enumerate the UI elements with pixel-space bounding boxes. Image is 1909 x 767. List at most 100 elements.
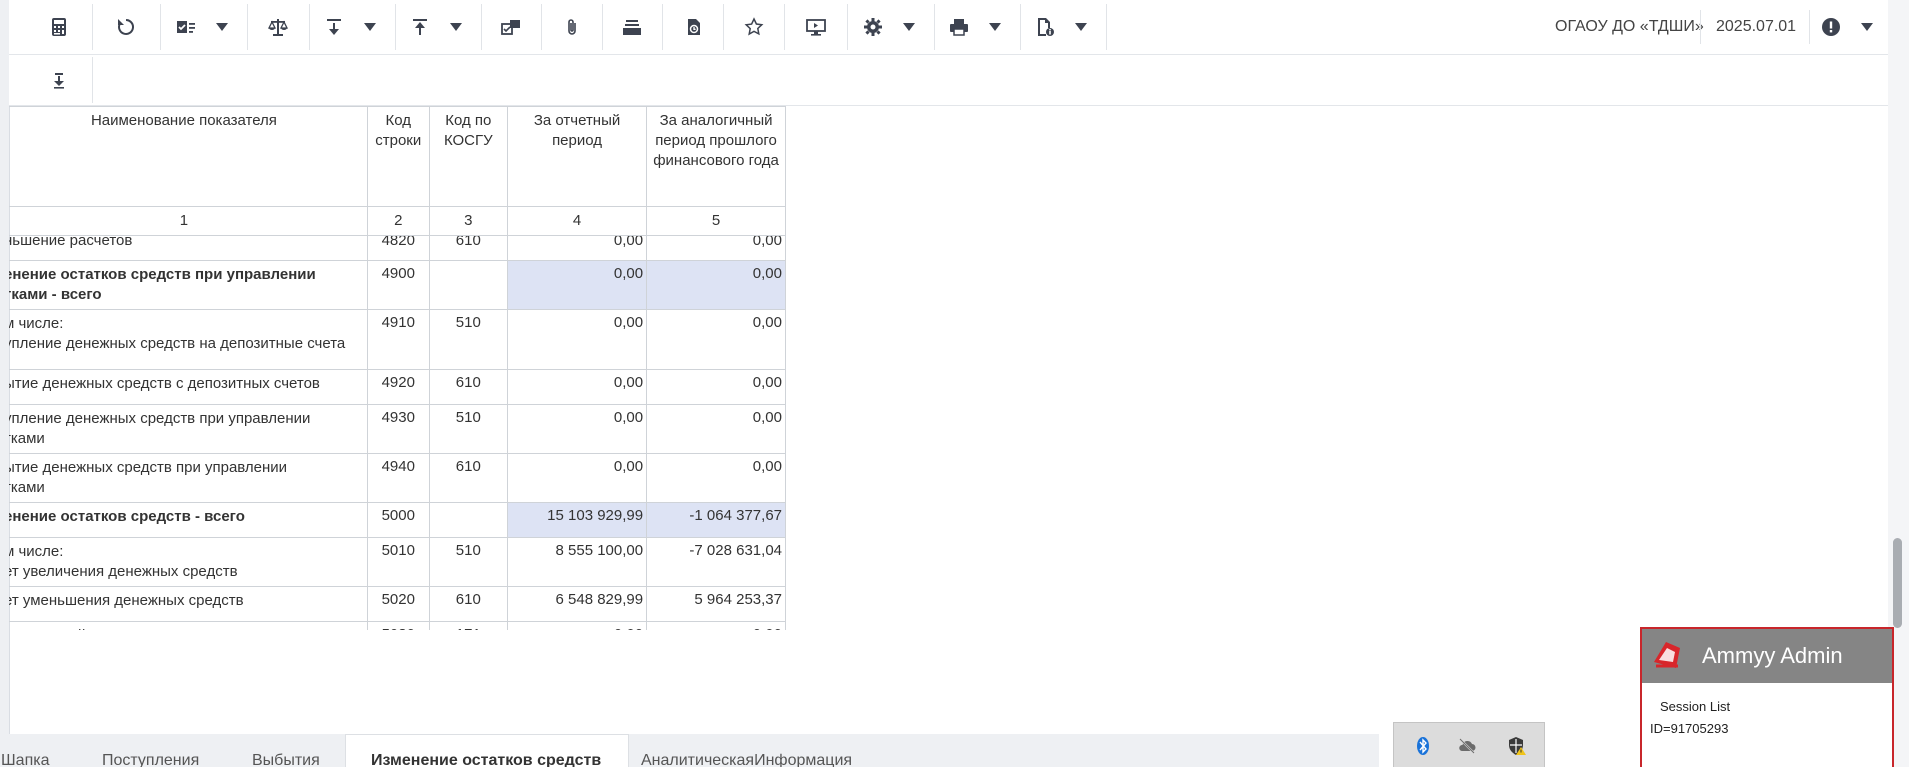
row-current-value-cell[interactable]: 0,00 (506, 453, 648, 503)
column-number-row: 1 2 3 4 5 (9, 206, 786, 236)
pin-down-icon (48, 69, 70, 91)
row-previous-value-cell[interactable]: 0,00 (646, 621, 786, 630)
row-current-value-cell[interactable]: 0,00 (506, 404, 648, 454)
printer-icon (948, 16, 970, 38)
row-current-value-cell[interactable]: 8 555 100,00 (506, 537, 648, 587)
presentation-button[interactable] (784, 4, 848, 50)
row-current-value-cell[interactable]: 6 548 829,99 (506, 586, 648, 622)
import-menu-button[interactable] (309, 4, 396, 50)
table-row[interactable]: енение остатков средств - всего 5000 15 10… (9, 502, 786, 538)
row-previous-value-cell[interactable]: -1 064 377,67 (646, 502, 786, 538)
main-toolbar: ОГАОУ ДО «ТДШИ» 2025.07.01 (9, 0, 1888, 55)
column-number: 3 (428, 206, 508, 236)
scrollbar-thumb[interactable] (1893, 538, 1902, 628)
row-code-cell: 4940 (366, 453, 430, 503)
gear-icon (862, 16, 884, 38)
table-row[interactable]: ньшение расчетов 4820 610 0,00 0,00 (9, 235, 786, 261)
tab-receipts[interactable]: Поступления (102, 752, 199, 767)
column-number: 4 (506, 206, 648, 236)
column-number: 5 (646, 206, 786, 236)
row-kosgu-cell: 610 (428, 586, 508, 622)
monitor-icon (805, 16, 827, 38)
row-current-value-cell[interactable]: 0,00 (506, 235, 648, 261)
row-code-cell: 5010 (366, 537, 430, 587)
report-date: 2025.07.01 (1716, 18, 1797, 35)
row-name-cell: ытие денежных средств при управлении тка… (9, 453, 368, 503)
row-current-value-cell[interactable]: 0,00 (506, 309, 648, 370)
table-row[interactable]: ет уменьшения денежных средств 5020 610 6 5… (9, 586, 786, 622)
row-code-cell: 4910 (366, 309, 430, 370)
history-button[interactable] (662, 4, 724, 50)
tab-analytics[interactable]: АналитическаяИнформация (641, 752, 852, 767)
table-header-row: Наименование показателя Код строки Код п… (9, 106, 786, 207)
table-row[interactable]: ытие денежных средств при управлении тка… (9, 453, 786, 503)
export-menu-button[interactable] (395, 4, 482, 50)
chevron-down-icon (1070, 16, 1092, 38)
report-window: ОГАОУ ДО «ТДШИ» 2025.07.01 Наименование (0, 0, 1909, 767)
tab-balance-changes[interactable]: Изменение остатков средств (371, 752, 601, 767)
pin-down-button[interactable] (26, 57, 93, 103)
refresh-button[interactable] (92, 4, 161, 50)
row-code-cell: 4900 (366, 260, 430, 310)
tab-header[interactable]: Шапка (1, 752, 49, 767)
alerts-menu-button[interactable] (1811, 4, 1887, 50)
row-previous-value-cell[interactable]: 0,00 (646, 309, 786, 370)
attachments-button[interactable] (541, 4, 603, 50)
header-row-code: Код строки (366, 106, 430, 207)
ammyy-title: Ammyy Admin (1702, 643, 1843, 668)
row-current-value-cell[interactable]: 0,00 (506, 260, 648, 310)
balance-button[interactable] (247, 4, 310, 50)
chevron-down-icon (984, 16, 1006, 38)
ammyy-admin-popup[interactable]: Ammyy Admin Session List ID=91705293 (1640, 627, 1894, 767)
session-list-link[interactable]: Session List (1660, 699, 1730, 714)
row-previous-value-cell[interactable]: 0,00 (646, 404, 786, 454)
chevron-down-icon (898, 16, 920, 38)
row-name-cell: енение остатков средств - всего (9, 502, 368, 538)
row-kosgu-cell: 610 (428, 369, 508, 405)
checklist-icon (175, 16, 197, 38)
table-row[interactable]: упление денежных средств при управлении … (9, 404, 786, 454)
row-code-cell: 5020 (366, 586, 430, 622)
check-menu-button[interactable] (160, 4, 248, 50)
history-icon (682, 16, 704, 38)
row-name-cell: ет уменьшения денежных средств (9, 586, 368, 622)
row-kosgu-cell: 510 (428, 537, 508, 587)
row-previous-value-cell[interactable]: 0,00 (646, 453, 786, 503)
row-kosgu-cell: 610 (428, 453, 508, 503)
cloud-offline-icon[interactable] (1456, 735, 1478, 757)
row-previous-value-cell[interactable]: 0,00 (646, 369, 786, 405)
toolbar-divider (1700, 10, 1701, 44)
table-row[interactable]: енение остатков средств при управлении т… (9, 260, 786, 310)
stack-button[interactable] (602, 4, 663, 50)
table-row[interactable]: ытие денежных средств с депозитных счето… (9, 369, 786, 405)
row-current-value-cell[interactable]: 0,00 (506, 369, 648, 405)
table-row[interactable]: м числе: ет увеличения денежных средств5… (9, 537, 786, 587)
document-menu-button[interactable] (1020, 4, 1107, 50)
row-previous-value-cell[interactable]: 0,00 (646, 260, 786, 310)
favorite-button[interactable] (723, 4, 785, 50)
calculator-button[interactable] (26, 4, 93, 50)
ammyy-logo-icon (1650, 638, 1684, 672)
row-name-cell: ытие денежных средств с депозитных счето… (9, 369, 368, 405)
row-previous-value-cell[interactable]: -7 028 631,04 (646, 537, 786, 587)
ammyy-id-label: ID=91705293 (1650, 721, 1729, 736)
print-menu-button[interactable] (934, 4, 1021, 50)
settings-menu-button[interactable] (847, 4, 935, 50)
tab-disposals[interactable]: Выбытия (252, 752, 320, 767)
row-code-cell: 4920 (366, 369, 430, 405)
row-current-value-cell[interactable]: 15 103 929,99 (506, 502, 648, 538)
column-number: 2 (366, 206, 430, 236)
bluetooth-icon[interactable] (1412, 735, 1434, 757)
row-previous-value-cell[interactable]: 5 964 253,37 (646, 586, 786, 622)
transfer-icon (500, 16, 522, 38)
organization-label: ОГАОУ ДО «ТДШИ» (1555, 18, 1704, 35)
row-previous-value-cell[interactable]: 0,00 (646, 235, 786, 261)
transfer-button[interactable] (481, 4, 542, 50)
chevron-down-icon (1856, 16, 1878, 38)
table-row[interactable]: м числе: упление денежных средств на деп… (9, 309, 786, 370)
row-current-value-cell[interactable]: 0,00 (506, 621, 648, 630)
row-name-cell: упление денежных средств при управлении … (9, 404, 368, 454)
security-warning-icon[interactable] (1506, 735, 1528, 757)
table-row[interactable]: ет курсовой разницы50301710,000,00 (9, 621, 786, 630)
row-kosgu-cell: 610 (428, 235, 508, 261)
